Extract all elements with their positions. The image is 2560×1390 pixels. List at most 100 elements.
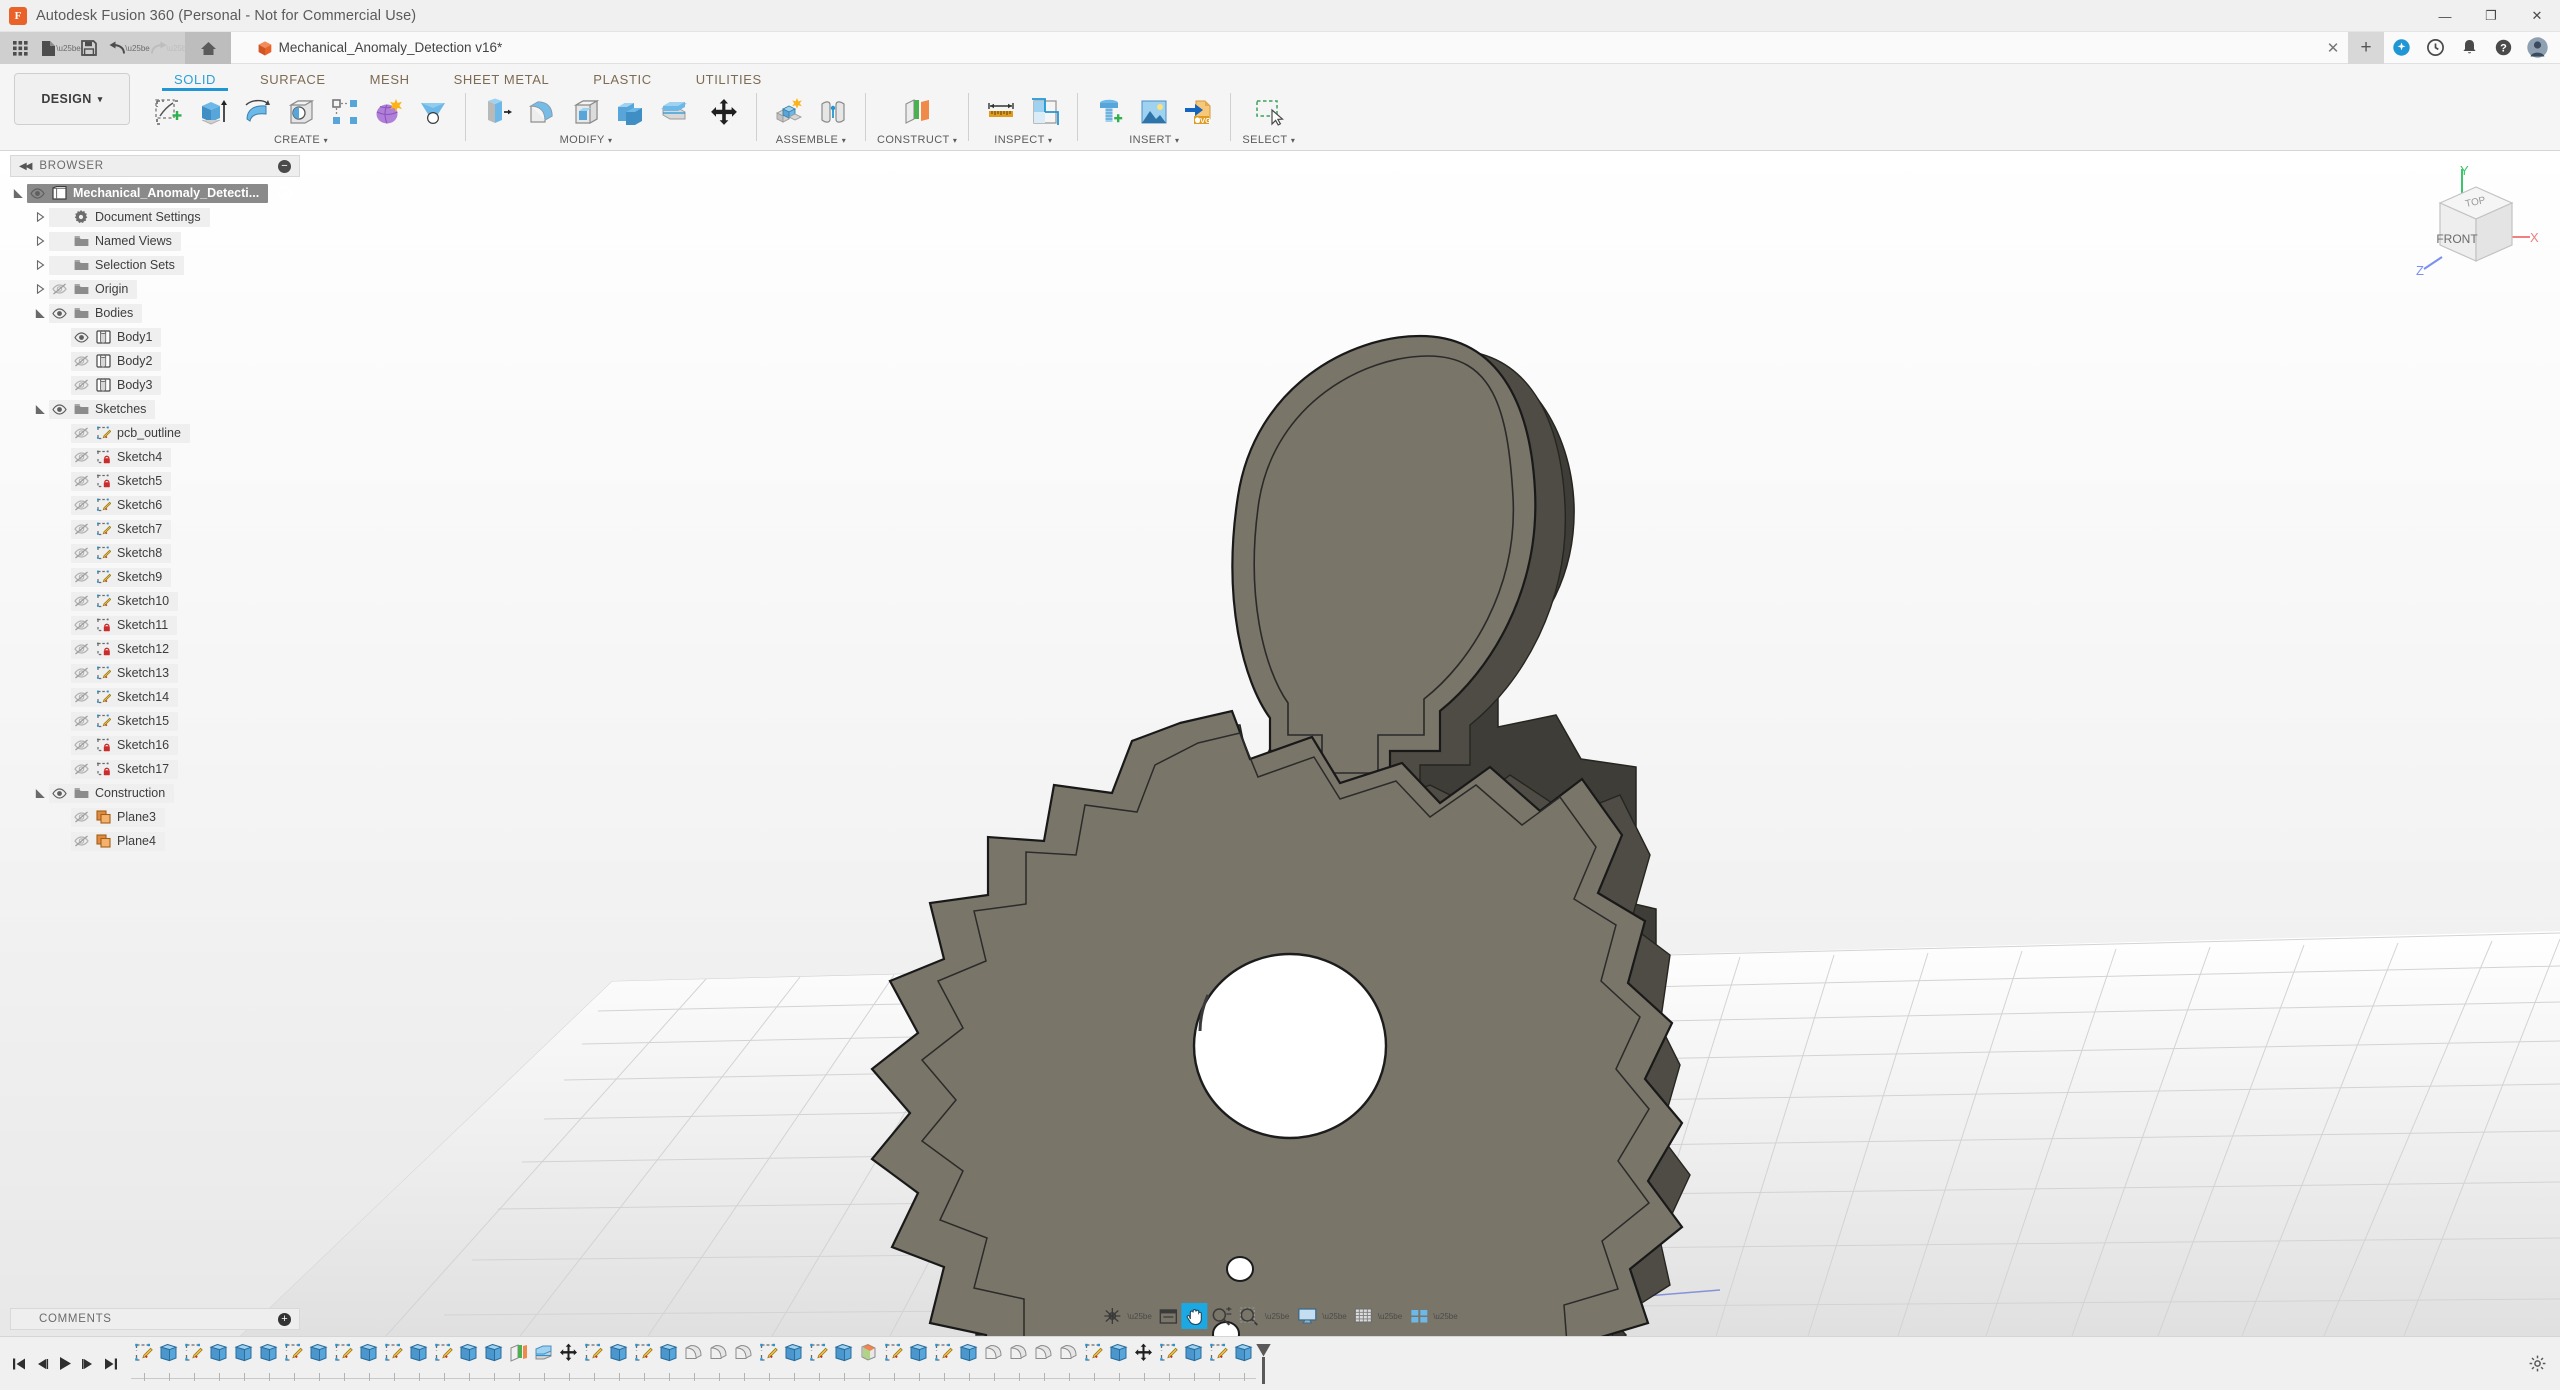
viewports-caret-icon[interactable]: \u25be [1432,1312,1461,1321]
eye-hidden-icon[interactable] [71,619,92,631]
timeline-feature-extrude[interactable] [456,1343,481,1381]
eye-hidden-icon[interactable] [71,523,92,535]
select-window-icon[interactable] [1248,92,1290,132]
pan-icon[interactable] [1181,1303,1208,1329]
timeline-feature-fillet[interactable] [981,1343,1006,1381]
insert-mcmaster-icon[interactable] [1089,92,1131,132]
timeline-feature-sketch[interactable] [131,1343,156,1381]
timeline-feature-fillet[interactable] [1031,1343,1056,1381]
timeline-feature-sketch[interactable] [1156,1343,1181,1381]
close-tab-icon[interactable]: ✕ [2318,32,2348,64]
tab-mesh[interactable]: MESH [348,72,432,91]
workspace-switcher[interactable]: DESIGN ▾ [14,73,130,125]
section-analysis-icon[interactable] [1024,92,1066,132]
eye-hidden-icon[interactable] [71,763,92,775]
display-settings-icon[interactable] [1293,1303,1321,1329]
eye-visible-icon[interactable] [27,187,48,199]
timeline-feature-offset[interactable] [531,1343,556,1381]
browser-item-sketch6[interactable]: Sketch6 [10,493,300,517]
zoom-window-caret-icon[interactable]: \u25be [1264,1312,1293,1321]
timeline-feature-fillet[interactable] [731,1343,756,1381]
grid-snaps-icon[interactable] [1351,1303,1377,1329]
browser-item-sketch15[interactable]: Sketch15 [10,709,300,733]
step-forward-icon[interactable] [77,1348,98,1380]
browser-item-sketch14[interactable]: Sketch14 [10,685,300,709]
avatar[interactable] [2520,32,2554,64]
timeline-feature-fillet[interactable] [681,1343,706,1381]
timeline-feature-extrude[interactable] [1181,1343,1206,1381]
timeline-feature-sketch[interactable] [756,1343,781,1381]
close-button[interactable]: ✕ [2514,0,2560,32]
tab-sheet-metal[interactable]: SHEET METAL [432,72,572,91]
undo-caret-icon[interactable]: \u25be [125,32,149,64]
timeline-marker[interactable] [1256,1343,1272,1384]
browser-item-sketch10[interactable]: Sketch10 [10,589,300,613]
browser-item-construction[interactable]: Construction [10,781,300,805]
viewports-icon[interactable] [1406,1303,1432,1329]
look-at-icon[interactable] [1156,1303,1182,1329]
measure-icon[interactable] [980,92,1022,132]
comments-panel[interactable]: COMMENTS + [10,1308,300,1330]
viewport-3d[interactable]: ◀◀ BROWSER − Mechanical_Anomaly_Detecti.… [0,151,2560,1336]
view-cube[interactable]: Y X Z TOP FRONT [2412,163,2540,283]
browser-item-document-settings[interactable]: Document Settings [10,205,300,229]
browser-item-selection-sets[interactable]: Selection Sets [10,253,300,277]
shell-icon[interactable] [565,92,607,132]
eye-hidden-icon[interactable] [71,691,92,703]
timeline-feature-move[interactable] [556,1343,581,1381]
timeline-feature-extrude[interactable] [606,1343,631,1381]
eye-hidden-icon[interactable] [71,571,92,583]
eye-hidden-icon[interactable] [71,355,92,367]
eye-hidden-icon[interactable] [71,499,92,511]
browser-item-mechanical-anomaly-detecti[interactable]: Mechanical_Anomaly_Detecti... [10,181,300,205]
timeline-feature-extrude[interactable] [256,1343,281,1381]
browser-item-sketch4[interactable]: Sketch4 [10,445,300,469]
redo-caret-icon[interactable]: \u25be [166,32,190,64]
timeline-feature-extrude[interactable] [656,1343,681,1381]
tab-plastic[interactable]: PLASTIC [571,72,673,91]
timeline-feature-extrude[interactable] [956,1343,981,1381]
insert-svg-icon[interactable]: SVG [1177,92,1219,132]
fillet-icon[interactable] [521,92,563,132]
browser-item-sketch7[interactable]: Sketch7 [10,517,300,541]
eye-hidden-icon[interactable] [71,715,92,727]
browser-item-sketch16[interactable]: Sketch16 [10,733,300,757]
browser-item-sketch12[interactable]: Sketch12 [10,637,300,661]
chevron-collapsed-icon[interactable] [32,212,49,222]
go-to-start-icon[interactable] [8,1348,29,1380]
loft-icon[interactable] [412,92,454,132]
extension-icon[interactable] [2384,32,2418,64]
timeline-feature-extrude[interactable] [781,1343,806,1381]
chevron-collapsed-icon[interactable] [32,260,49,270]
move-copy-icon[interactable] [703,92,745,132]
rectangular-pattern-icon[interactable] [324,92,366,132]
timeline-feature-sketch[interactable] [381,1343,406,1381]
timeline-feature-sketch[interactable] [1206,1343,1231,1381]
grid-snaps-caret-icon[interactable]: \u25be [1377,1312,1406,1321]
timeline-feature-sketch[interactable] [331,1343,356,1381]
browser-item-sketch5[interactable]: Sketch5 [10,469,300,493]
timeline-feature-sketch[interactable] [281,1343,306,1381]
timeline-feature-chamfer[interactable] [856,1343,881,1381]
timeline-feature-move[interactable] [1131,1343,1156,1381]
timeline-feature-fillet[interactable] [706,1343,731,1381]
browser-item-sketch17[interactable]: Sketch17 [10,757,300,781]
job-status-icon[interactable] [2418,32,2452,64]
eye-hidden-icon[interactable] [71,739,92,751]
browser-item-bodies[interactable]: Bodies [10,301,300,325]
timeline-settings-icon[interactable] [2524,1351,2550,1377]
timeline-feature-plane[interactable] [506,1343,531,1381]
eye-hidden-icon[interactable] [71,835,92,847]
insert-image-icon[interactable] [1133,92,1175,132]
eye-hidden-icon[interactable] [71,643,92,655]
offset-face-icon[interactable] [653,92,695,132]
eye-visible-icon[interactable] [49,403,70,415]
eye-hidden-icon[interactable] [71,547,92,559]
form-icon[interactable] [368,92,410,132]
orbit-caret-icon[interactable]: \u25be [1126,1312,1155,1321]
browser-item-sketch9[interactable]: Sketch9 [10,565,300,589]
eye-hidden-icon[interactable] [71,427,92,439]
timeline-feature-extrude[interactable] [156,1343,181,1381]
tab-solid[interactable]: SOLID [152,72,238,91]
play-icon[interactable] [54,1348,75,1380]
